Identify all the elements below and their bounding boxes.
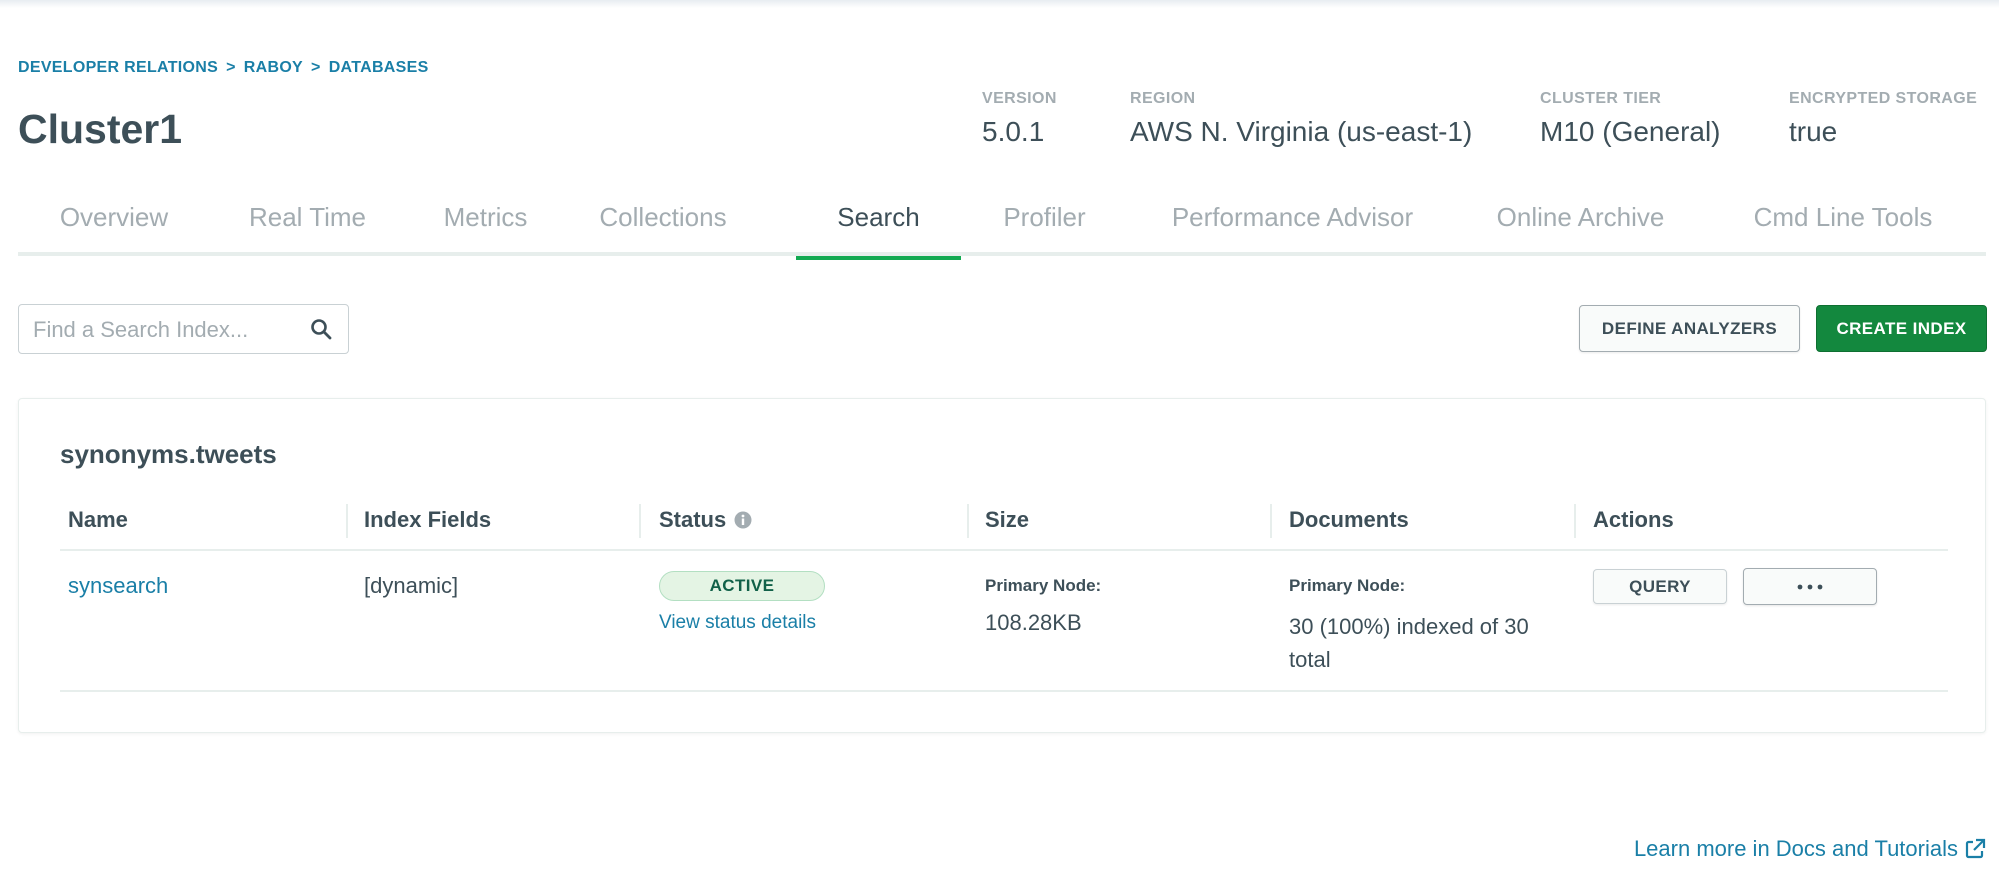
index-card: synonyms.tweets Name Index Fields Status… — [18, 398, 1986, 733]
column-header-status-label: Status — [659, 507, 727, 532]
table-header-divider — [60, 549, 1948, 551]
meta-label: VERSION — [982, 90, 1057, 107]
create-index-button[interactable]: CREATE INDEX — [1816, 305, 1987, 352]
column-header-size: Size — [985, 507, 1030, 532]
size-value: 108.28KB — [985, 610, 1082, 635]
meta-encrypted-storage: ENCRYPTED STORAGE true — [1789, 90, 1977, 148]
breadcrumb: DEVELOPER RELATIONS > RABOY > DATABASES — [18, 59, 429, 77]
learn-more-link[interactable]: Learn more in Docs and Tutorials — [1634, 836, 1986, 862]
meta-value: AWS N. Virginia (us-east-1) — [1130, 116, 1473, 147]
meta-cluster-tier: CLUSTER TIER M10 (General) — [1540, 90, 1721, 148]
column-divider — [967, 504, 969, 538]
query-button[interactable]: QUERY — [1593, 569, 1727, 604]
search-input[interactable] — [31, 316, 305, 344]
cluster-tabs: Overview Real Time Metrics Collections S… — [18, 192, 1986, 260]
documents-value: 30 (100%) indexed of 30 total — [1289, 614, 1529, 672]
column-header-documents: Documents — [1289, 507, 1409, 532]
view-status-details-link[interactable]: View status details — [659, 612, 816, 634]
index-fields-value: [dynamic] — [364, 573, 459, 598]
column-divider — [1574, 504, 1576, 538]
tab-overview[interactable]: Overview — [18, 202, 210, 254]
tab-metrics[interactable]: Metrics — [405, 202, 566, 254]
breadcrumb-item-raboy[interactable]: RABOY — [244, 59, 303, 77]
column-divider — [346, 504, 348, 538]
tab-real-time[interactable]: Real Time — [210, 202, 405, 254]
breadcrumb-separator: > — [311, 59, 321, 76]
index-name-link[interactable]: synsearch — [68, 573, 168, 599]
meta-label: REGION — [1130, 90, 1196, 107]
meta-region: REGION AWS N. Virginia (us-east-1) — [1130, 90, 1472, 148]
external-link-icon — [1965, 838, 1986, 859]
meta-value: M10 (General) — [1540, 116, 1721, 147]
learn-more-label: Learn more in Docs and Tutorials — [1633, 836, 1958, 861]
table-row-divider — [60, 690, 1948, 692]
tab-profiler[interactable]: Profiler — [961, 202, 1128, 254]
tab-cmd-line-tools[interactable]: Cmd Line Tools — [1704, 202, 1982, 254]
column-header-index-fields: Index Fields — [364, 507, 492, 532]
top-header-shadow — [0, 0, 1999, 8]
define-analyzers-button[interactable]: DEFINE ANALYZERS — [1579, 305, 1800, 352]
status-badge: ACTIVE — [659, 571, 825, 601]
column-divider — [1270, 504, 1272, 538]
ellipsis-icon — [1797, 584, 1823, 589]
column-header-actions: Actions — [1593, 507, 1674, 532]
meta-value: true — [1789, 116, 1838, 147]
breadcrumb-item-databases[interactable]: DATABASES — [329, 59, 429, 77]
tab-search[interactable]: Search — [796, 202, 961, 260]
column-header-name: Name — [68, 507, 128, 532]
breadcrumb-item-developer-relations[interactable]: DEVELOPER RELATIONS — [18, 59, 218, 77]
search-icon[interactable] — [310, 318, 332, 340]
info-icon[interactable] — [734, 511, 752, 529]
column-divider — [639, 504, 641, 538]
tab-online-archive[interactable]: Online Archive — [1457, 202, 1704, 254]
more-actions-button[interactable] — [1743, 568, 1877, 605]
column-header-status: Status — [659, 507, 752, 533]
size-primary-node-label: Primary Node: — [985, 576, 1102, 595]
meta-value: 5.0.1 — [982, 116, 1045, 147]
search-index-field[interactable] — [18, 304, 349, 354]
meta-label: ENCRYPTED STORAGE — [1789, 90, 1978, 107]
breadcrumb-separator: > — [226, 59, 236, 76]
collection-title: synonyms.tweets — [60, 439, 277, 469]
documents-primary-node-label: Primary Node: — [1289, 576, 1406, 595]
page-title: Cluster1 — [18, 106, 183, 152]
tab-performance-advisor[interactable]: Performance Advisor — [1128, 202, 1457, 254]
meta-label: CLUSTER TIER — [1540, 90, 1662, 107]
tab-collections[interactable]: Collections — [566, 202, 760, 254]
meta-version: VERSION 5.0.1 — [982, 90, 1057, 148]
